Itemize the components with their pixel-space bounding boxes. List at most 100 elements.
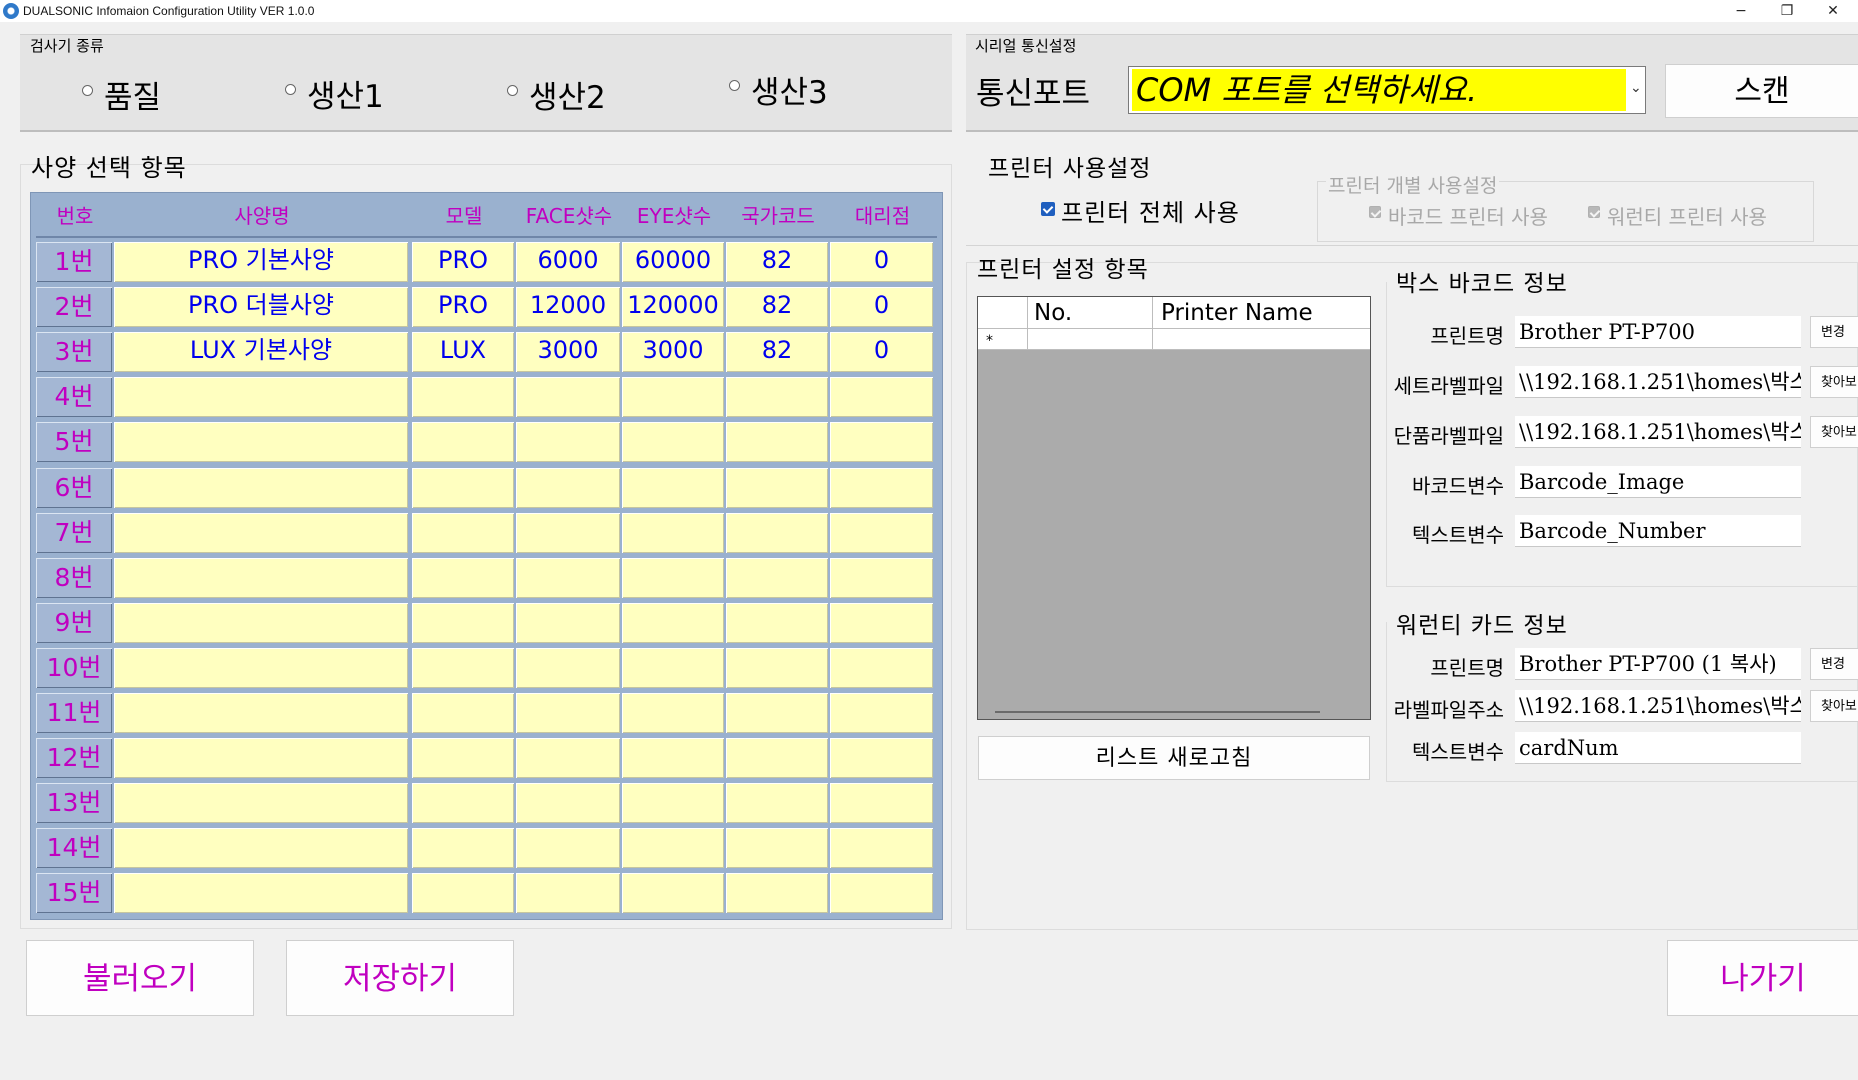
cell-model[interactable] <box>412 558 514 598</box>
grid-header-no[interactable]: No. <box>1028 297 1153 329</box>
cell-model[interactable]: LUX <box>412 332 514 372</box>
printer-all-label[interactable]: 프린터 전체 사용 <box>1061 193 1240 228</box>
chevron-down-icon[interactable]: ⌄ <box>1630 80 1642 96</box>
cell-face-shots[interactable] <box>516 468 620 508</box>
warranty-printer-field[interactable]: Brother PT-P700 (1 복사) <box>1515 648 1801 680</box>
cell-spec-name[interactable]: PRO 더블사양 <box>114 287 408 327</box>
cell-country-code[interactable] <box>726 422 828 462</box>
cell-spec-name[interactable]: LUX 기본사양 <box>114 332 408 372</box>
set-label-browse-button[interactable]: 찾아보 <box>1810 366 1858 398</box>
set-label-file-field[interactable]: \\192.168.1.251\homes\박스 <box>1515 366 1801 398</box>
cell-model[interactable] <box>412 738 514 778</box>
cell-model[interactable] <box>412 828 514 868</box>
cell-face-shots[interactable] <box>516 828 620 868</box>
grid-scrollbar[interactable] <box>995 711 1320 713</box>
cell-eye-shots[interactable] <box>622 513 724 553</box>
cell-agency[interactable] <box>830 873 933 913</box>
cell-model[interactable] <box>412 513 514 553</box>
grid-header-printer-name[interactable]: Printer Name <box>1153 297 1370 329</box>
row-number[interactable]: 10번 <box>36 648 112 688</box>
cell-agency[interactable] <box>830 558 933 598</box>
cell-face-shots[interactable]: 6000 <box>516 242 620 282</box>
cell-face-shots[interactable] <box>516 738 620 778</box>
cell-eye-shots[interactable] <box>622 783 724 823</box>
cell-eye-shots[interactable] <box>622 468 724 508</box>
close-button[interactable]: ✕ <box>1810 0 1856 22</box>
cell-spec-name[interactable] <box>114 513 408 553</box>
cell-eye-shots[interactable]: 3000 <box>622 332 724 372</box>
restore-button[interactable]: ❐ <box>1764 0 1810 22</box>
cell-eye-shots[interactable] <box>622 648 724 688</box>
row-number[interactable]: 6번 <box>36 468 112 508</box>
cell-spec-name[interactable] <box>114 422 408 462</box>
cell-agency[interactable] <box>830 603 933 643</box>
row-number[interactable]: 14번 <box>36 828 112 868</box>
cell-model[interactable] <box>412 603 514 643</box>
row-number[interactable]: 7번 <box>36 513 112 553</box>
single-label-browse-button[interactable]: 찾아보 <box>1810 416 1858 448</box>
cell-agency[interactable] <box>830 513 933 553</box>
row-number[interactable]: 8번 <box>36 558 112 598</box>
save-button[interactable]: 저장하기 <box>286 940 514 1016</box>
single-label-file-field[interactable]: \\192.168.1.251\homes\박스 <box>1515 416 1801 448</box>
cell-face-shots[interactable] <box>516 377 620 417</box>
box-text-var-field[interactable]: Barcode_Number <box>1515 515 1801 547</box>
cell-country-code[interactable] <box>726 468 828 508</box>
cell-agency[interactable] <box>830 738 933 778</box>
row-number[interactable]: 2번 <box>36 287 112 327</box>
warranty-text-var-field[interactable]: cardNum <box>1515 732 1801 764</box>
cell-agency[interactable]: 0 <box>830 287 933 327</box>
row-number[interactable]: 1번 <box>36 242 112 282</box>
radio-quality[interactable] <box>82 85 93 96</box>
radio-production-3[interactable] <box>729 80 740 91</box>
cell-eye-shots[interactable] <box>622 422 724 462</box>
cell-spec-name[interactable] <box>114 738 408 778</box>
row-number[interactable]: 13번 <box>36 783 112 823</box>
cell-country-code[interactable] <box>726 377 828 417</box>
cell-eye-shots[interactable] <box>622 603 724 643</box>
grid-new-row-no[interactable] <box>1028 329 1153 350</box>
cell-country-code[interactable] <box>726 828 828 868</box>
cell-agency[interactable] <box>830 693 933 733</box>
cell-agency[interactable] <box>830 648 933 688</box>
cell-eye-shots[interactable]: 60000 <box>622 242 724 282</box>
warranty-printer-change-button[interactable]: 변경 <box>1810 648 1858 680</box>
grid-new-row-printer-name[interactable] <box>1153 329 1370 350</box>
row-number[interactable]: 9번 <box>36 603 112 643</box>
cell-face-shots[interactable]: 12000 <box>516 287 620 327</box>
cell-eye-shots[interactable]: 120000 <box>622 287 724 327</box>
warranty-printer-label[interactable]: 워런티 프린터 사용 <box>1607 201 1767 230</box>
barcode-printer-label[interactable]: 바코드 프린터 사용 <box>1388 201 1548 230</box>
cell-model[interactable] <box>412 648 514 688</box>
cell-face-shots[interactable] <box>516 558 620 598</box>
box-printer-change-button[interactable]: 변경 <box>1810 316 1858 348</box>
cell-spec-name[interactable] <box>114 828 408 868</box>
radio-production-1-label[interactable]: 생산1 <box>307 71 384 116</box>
cell-spec-name[interactable] <box>114 558 408 598</box>
cell-country-code[interactable] <box>726 513 828 553</box>
cell-eye-shots[interactable] <box>622 873 724 913</box>
cell-eye-shots[interactable] <box>622 693 724 733</box>
cell-agency[interactable] <box>830 377 933 417</box>
cell-country-code[interactable] <box>726 648 828 688</box>
cell-face-shots[interactable] <box>516 422 620 462</box>
cell-eye-shots[interactable] <box>622 738 724 778</box>
row-number[interactable]: 5번 <box>36 422 112 462</box>
cell-country-code[interactable]: 82 <box>726 242 828 282</box>
cell-spec-name[interactable] <box>114 468 408 508</box>
warranty-printer-checkbox[interactable] <box>1588 206 1600 218</box>
cell-face-shots[interactable] <box>516 648 620 688</box>
radio-production-2[interactable] <box>507 85 518 96</box>
cell-spec-name[interactable] <box>114 873 408 913</box>
cell-model[interactable] <box>412 468 514 508</box>
cell-country-code[interactable] <box>726 783 828 823</box>
cell-eye-shots[interactable] <box>622 377 724 417</box>
cell-agency[interactable]: 0 <box>830 332 933 372</box>
barcode-var-field[interactable]: Barcode_Image <box>1515 466 1801 498</box>
radio-production-2-label[interactable]: 생산2 <box>529 72 606 117</box>
cell-spec-name[interactable] <box>114 648 408 688</box>
cell-country-code[interactable] <box>726 693 828 733</box>
cell-spec-name[interactable] <box>114 377 408 417</box>
cell-face-shots[interactable] <box>516 603 620 643</box>
row-number[interactable]: 4번 <box>36 377 112 417</box>
